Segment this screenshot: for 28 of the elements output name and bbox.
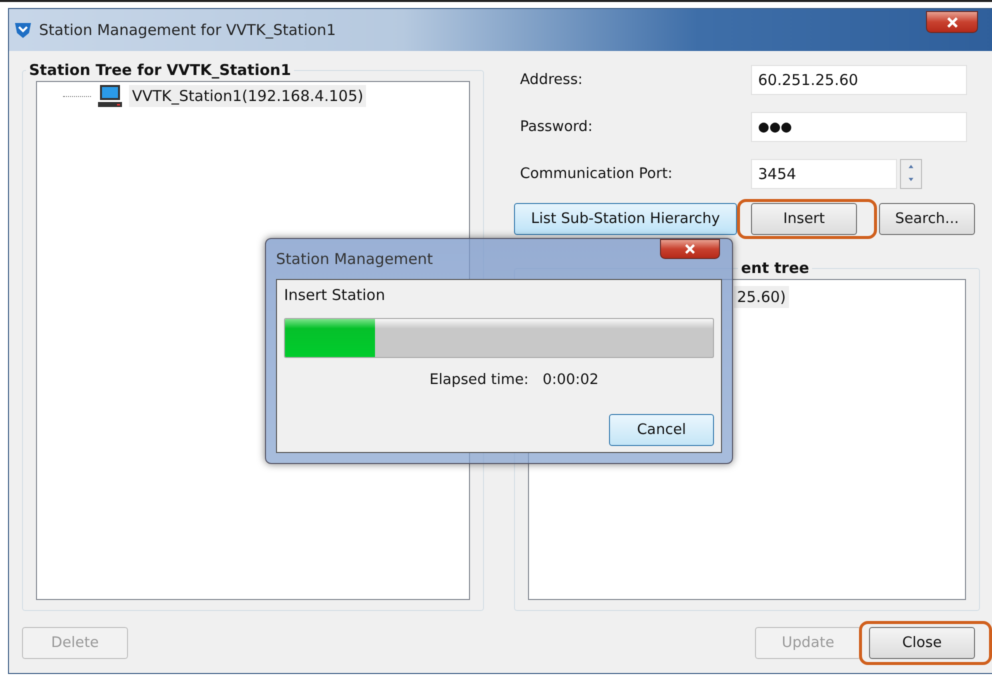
close-button[interactable]: Close [869, 627, 975, 659]
down-arrow-icon [907, 177, 915, 182]
port-field[interactable]: 3454 [751, 159, 897, 189]
group-title: Station Tree for VVTK_Station1 [28, 61, 292, 79]
elapsed-label: Elapsed time: [429, 372, 529, 388]
close-icon [684, 244, 696, 254]
close-icon [946, 16, 958, 28]
up-arrow-icon [907, 164, 915, 169]
address-field[interactable]: 60.251.25.60 [751, 65, 967, 95]
action-button[interactable]: Search... [879, 203, 975, 235]
field-label: Address: [519, 72, 584, 88]
chevron-shield-icon [13, 20, 33, 40]
elapsed-value: 0:00:02 [542, 372, 599, 388]
status-message: Insert Station [284, 286, 386, 304]
field-label: Password: [519, 119, 594, 135]
close-window-button[interactable] [926, 11, 978, 33]
field-label: Communication Port: [519, 166, 674, 182]
tree-item[interactable]: 25.60) [734, 286, 789, 308]
cancel-button[interactable]: Cancel [609, 414, 714, 446]
tree-item[interactable]: VVTK_Station1(192.168.4.105) [129, 85, 366, 107]
action-button[interactable]: Insert [751, 203, 857, 235]
dialog-title: Station Management [276, 250, 433, 268]
password-field[interactable]: ●●● [751, 112, 967, 142]
window-title: Station Management for VVTK_Station1 [39, 21, 336, 39]
close-dialog-button[interactable] [660, 239, 720, 259]
computer-icon [97, 84, 123, 108]
group-title: ent tree [740, 259, 810, 277]
action-button[interactable]: List Sub-Station Hierarchy [514, 203, 737, 235]
